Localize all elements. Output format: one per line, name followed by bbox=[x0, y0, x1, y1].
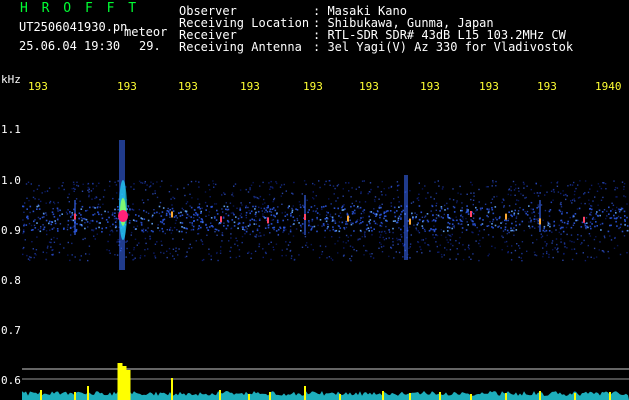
signal-streak bbox=[539, 200, 541, 232]
signal-ping bbox=[347, 215, 349, 222]
intensity-spike bbox=[339, 394, 341, 400]
signal-ping bbox=[470, 211, 472, 218]
y-tick-label: 0.7 bbox=[1, 324, 21, 337]
intensity-spike bbox=[609, 392, 611, 400]
intensity-spike bbox=[125, 370, 131, 400]
x-tick-label: 193 bbox=[359, 80, 379, 93]
app-title: H R O F F T bbox=[20, 1, 140, 16]
signal-ping bbox=[74, 213, 76, 220]
signal-ping bbox=[409, 218, 411, 225]
baseline-layer bbox=[22, 368, 629, 380]
intensity-spike bbox=[248, 394, 250, 400]
intensity-spike bbox=[382, 391, 384, 400]
x-tick-label: 193 bbox=[420, 80, 440, 93]
frame-number: 29. bbox=[139, 39, 161, 53]
meteor-peak bbox=[118, 210, 128, 222]
info-value-antenna: : 3el Yagi(V) Az 330 for Vladivostok bbox=[313, 40, 574, 54]
y-tick-label: 0.6 bbox=[1, 374, 21, 387]
y-tick-label: 0.8 bbox=[1, 274, 21, 287]
intensity-spike bbox=[439, 392, 441, 400]
x-tick-label: 193 bbox=[28, 80, 48, 93]
signal-ping bbox=[505, 213, 507, 220]
y-tick-label: 1.0 bbox=[1, 174, 21, 187]
signal-ping bbox=[304, 214, 306, 221]
y-unit-label: kHz bbox=[1, 73, 21, 86]
hrofft-screen: H R O F F T UT2506041930.pn meteor 25.06… bbox=[0, 0, 629, 400]
x-tick-label: 193 bbox=[178, 80, 198, 93]
y-tick-label: 0.9 bbox=[1, 224, 21, 237]
intensity-spike bbox=[40, 390, 42, 400]
x-tick-label: 193 bbox=[537, 80, 557, 93]
signal-ping bbox=[267, 217, 269, 224]
x-tick-label: 1940 bbox=[595, 80, 622, 93]
info-label-antenna: Receiving Antenna bbox=[179, 40, 302, 54]
intensity-spike bbox=[470, 394, 472, 400]
x-axis-ticks: 193 193 193 193 193 193 193 193 193 1940 bbox=[0, 76, 629, 96]
signal-ping bbox=[539, 218, 541, 225]
intensity-spike bbox=[539, 391, 541, 400]
x-tick-label: 193 bbox=[303, 80, 323, 93]
signal-ping bbox=[171, 211, 173, 218]
y-axis-ticks: kHz 1.1 1.0 0.9 0.8 0.7 0.6 bbox=[0, 72, 30, 400]
x-tick-label: 193 bbox=[240, 80, 260, 93]
noise-floor bbox=[22, 391, 629, 400]
noise-layer bbox=[22, 180, 629, 262]
intensity-spike bbox=[219, 390, 221, 400]
intensity-spike bbox=[269, 392, 271, 400]
x-tick-label: 193 bbox=[479, 80, 499, 93]
intensity-spike bbox=[409, 393, 411, 400]
intensity-spike bbox=[74, 392, 76, 400]
y-tick-label: 1.1 bbox=[1, 123, 21, 136]
x-tick-label: 193 bbox=[117, 80, 137, 93]
signal-ping bbox=[220, 216, 222, 223]
date-time: 25.06.04 19:30 bbox=[19, 39, 121, 53]
intensity-spike bbox=[87, 386, 89, 400]
intensity-spike bbox=[505, 393, 507, 400]
intensity-spike bbox=[574, 393, 576, 400]
signal-layer bbox=[74, 140, 585, 270]
file-name: UT2506041930.pn bbox=[19, 20, 128, 34]
signal-ping bbox=[583, 216, 585, 223]
header-panel: H R O F F T UT2506041930.pn meteor 25.06… bbox=[0, 0, 629, 75]
event-tag: meteor bbox=[124, 25, 168, 39]
intensity-spike bbox=[171, 378, 173, 400]
signal-streak bbox=[404, 175, 408, 260]
intensity-spike bbox=[304, 386, 306, 400]
